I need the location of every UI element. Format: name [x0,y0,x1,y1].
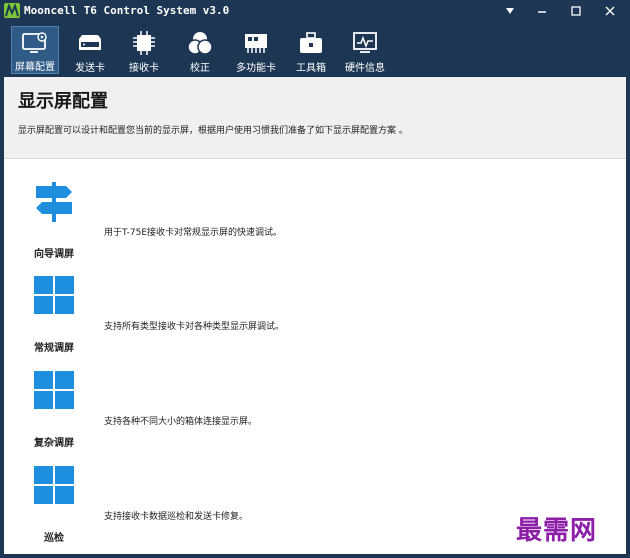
app-logo-icon [4,3,20,18]
grid-tiles-icon [26,466,82,526]
close-button[interactable] [595,0,625,22]
option-name: 常规调屏 [34,343,74,354]
window-title: Mooncell T6 Control System v3.0 [24,4,230,17]
maximize-icon [571,6,581,16]
maximize-button[interactable] [561,0,591,22]
tab-label: 硬件信息 [345,63,385,74]
page-header: 显示屏配置 显示屏配置可以设计和配置您当前的显示屏，根据用户使用习惯我们准备了如… [4,77,626,159]
tab-label: 发送卡 [75,63,105,74]
window-border-right [626,77,630,558]
signpost-icon [26,182,82,242]
grid-tiles-icon [26,276,82,336]
option-description: 用于T-75E接收卡对常规显示屏的快速调试。 [104,228,283,238]
title-bar: Mooncell T6 Control System v3.0 [0,0,630,22]
chip-icon [130,29,158,57]
toolbox-icon [297,29,325,57]
multifunction-card-icon [242,29,270,57]
monitor-gear-icon [21,30,49,56]
window-border-bottom [0,554,630,558]
option-standard-config[interactable]: 常规调屏 支持所有类型接收卡对各种类型显示屏调试。 [4,276,626,364]
page-description: 显示屏配置可以设计和配置您当前的显示屏，根据用户使用习惯我们准备了如下显示屏配置… [18,126,408,136]
close-icon [605,6,615,16]
tab-toolbox[interactable]: 工具箱 [289,26,333,74]
tab-receiver-card[interactable]: 接收卡 [122,26,166,74]
option-description: 支持接收卡数据巡检和发送卡修复。 [104,512,249,522]
grid-tiles-icon [26,371,82,431]
tab-multifunction-card[interactable]: 多功能卡 [231,26,281,74]
option-name: 复杂调屏 [34,438,74,449]
option-name: 向导调屏 [34,249,74,260]
tab-calibration[interactable]: 校正 [178,26,222,74]
tab-screen-config[interactable]: 屏幕配置 [11,26,59,74]
hardware-monitor-icon [351,29,379,57]
tab-sender-card[interactable]: 发送卡 [68,26,112,74]
watermark: 最需网 [516,516,598,546]
minimize-icon [538,11,546,13]
tab-hardware-info[interactable]: 硬件信息 [341,26,389,74]
tab-label: 屏幕配置 [15,62,55,73]
triangle-down-icon [506,8,514,14]
tab-label: 接收卡 [129,63,159,74]
minimize-button[interactable] [527,0,557,22]
option-complex-config[interactable]: 复杂调屏 支持各种不同大小的箱体连接显示屏。 [4,371,626,459]
tab-label: 工具箱 [296,63,326,74]
sender-card-icon [76,29,104,57]
window-chrome: Mooncell T6 Control System v3.0 屏幕配置 发送卡… [0,0,630,77]
option-description: 支持所有类型接收卡对各种类型显示屏调试。 [104,322,285,332]
main-toolbar: 屏幕配置 发送卡 接收卡 校正 多功能卡 工具箱 硬件信息 [0,22,630,77]
option-wizard-config[interactable]: 向导调屏 用于T-75E接收卡对常规显示屏的快速调试。 [4,182,626,270]
color-circles-icon [186,29,214,57]
tab-label: 多功能卡 [236,63,276,74]
option-description: 支持各种不同大小的箱体连接显示屏。 [104,417,258,427]
menu-dropdown-button[interactable] [495,0,525,22]
tab-label: 校正 [190,63,210,74]
config-option-list: 向导调屏 用于T-75E接收卡对常规显示屏的快速调试。 常规调屏 支持所有类型接… [4,160,626,554]
option-name: 巡检 [44,533,64,544]
page-title: 显示屏配置 [18,91,108,112]
